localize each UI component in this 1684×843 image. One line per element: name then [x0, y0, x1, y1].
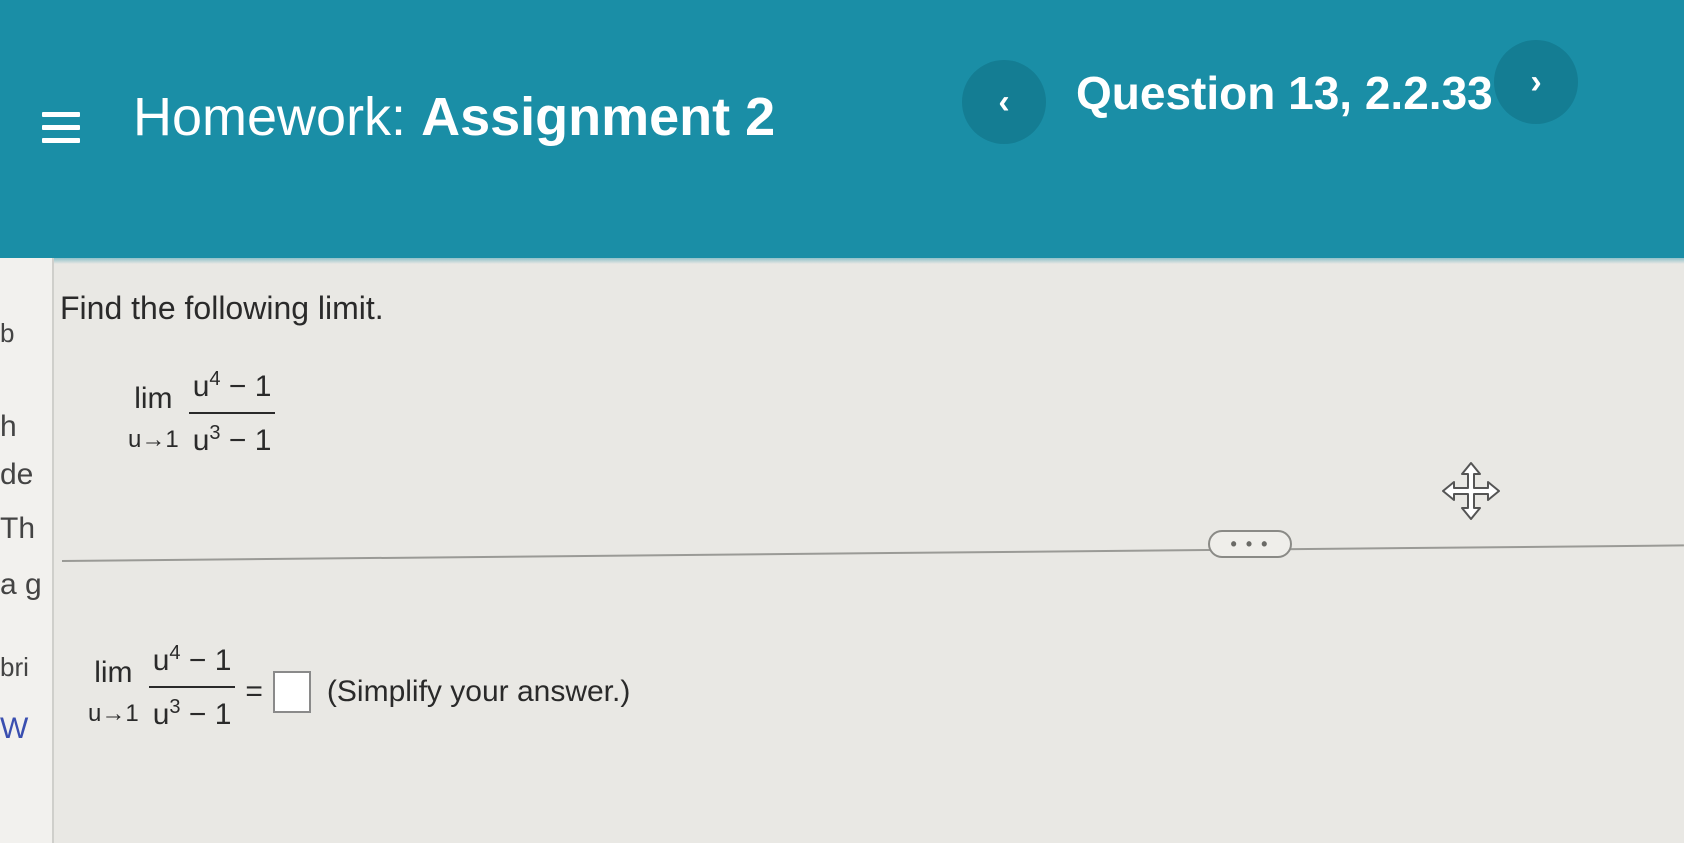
- sidebar-fragment: Th: [0, 512, 36, 545]
- sidebar-fragment: a g: [0, 568, 42, 601]
- homework-title-name: Assignment 2: [421, 87, 776, 147]
- section-divider: [61, 544, 1684, 562]
- more-options-button[interactable]: • • •: [1208, 530, 1292, 558]
- homework-title-prefix: Homework:: [133, 87, 407, 147]
- limit-operator: lim u→1: [88, 656, 139, 728]
- fraction-numerator: u4 − 1: [192, 368, 272, 403]
- limit-approach: u→1: [128, 426, 179, 453]
- answer-hint: (Simplify your answer.): [326, 675, 631, 708]
- header-shadow: [0, 250, 1684, 264]
- fraction-denominator: u3 − 1: [192, 422, 272, 457]
- sidebar-fragment: bri: [0, 652, 29, 682]
- problem-instruction: Find the following limit.: [60, 290, 384, 326]
- sidebar-fragment: b: [0, 318, 15, 348]
- fraction-denominator: u3 − 1: [152, 696, 232, 731]
- limit-fraction: u4 − 1 u3 − 1: [188, 368, 276, 458]
- fraction-numerator: u4 − 1: [152, 642, 232, 677]
- equals-sign: =: [245, 675, 263, 708]
- chevron-right-icon: ›: [1530, 62, 1542, 101]
- limit-approach: u→1: [88, 700, 139, 727]
- homework-title: Homework: Assignment 2: [133, 86, 775, 148]
- fraction-bar: [148, 686, 236, 688]
- chevron-left-icon: ‹: [998, 82, 1010, 121]
- previous-question-button[interactable]: ‹: [962, 60, 1046, 144]
- question-label: Question 13, 2.2.33: [1076, 67, 1493, 119]
- sidebar-fragment: de: [0, 458, 34, 491]
- sidebar-fragment: W: [0, 712, 29, 745]
- limit-fraction: u4 − 1 u3 − 1: [148, 642, 236, 732]
- lim-text: lim: [94, 656, 133, 689]
- limit-operator: lim u→1: [128, 382, 179, 454]
- answer-row: lim u→1 u4 − 1 u3 − 1 = (Simplify your a…: [88, 642, 631, 732]
- next-question-button[interactable]: ›: [1494, 40, 1578, 124]
- fraction-bar: [188, 412, 276, 414]
- move-cursor-icon: [1442, 462, 1500, 520]
- lim-text: lim: [134, 382, 173, 415]
- page: Homework: Assignment 2 ‹ Question 13, 2.…: [0, 0, 1684, 843]
- answer-input-box[interactable]: [272, 671, 311, 713]
- hamburger-menu-icon[interactable]: [42, 112, 80, 146]
- sidebar-fragment: h: [0, 410, 17, 443]
- limit-expression: lim u→1 u4 − 1 u3 − 1: [128, 368, 276, 458]
